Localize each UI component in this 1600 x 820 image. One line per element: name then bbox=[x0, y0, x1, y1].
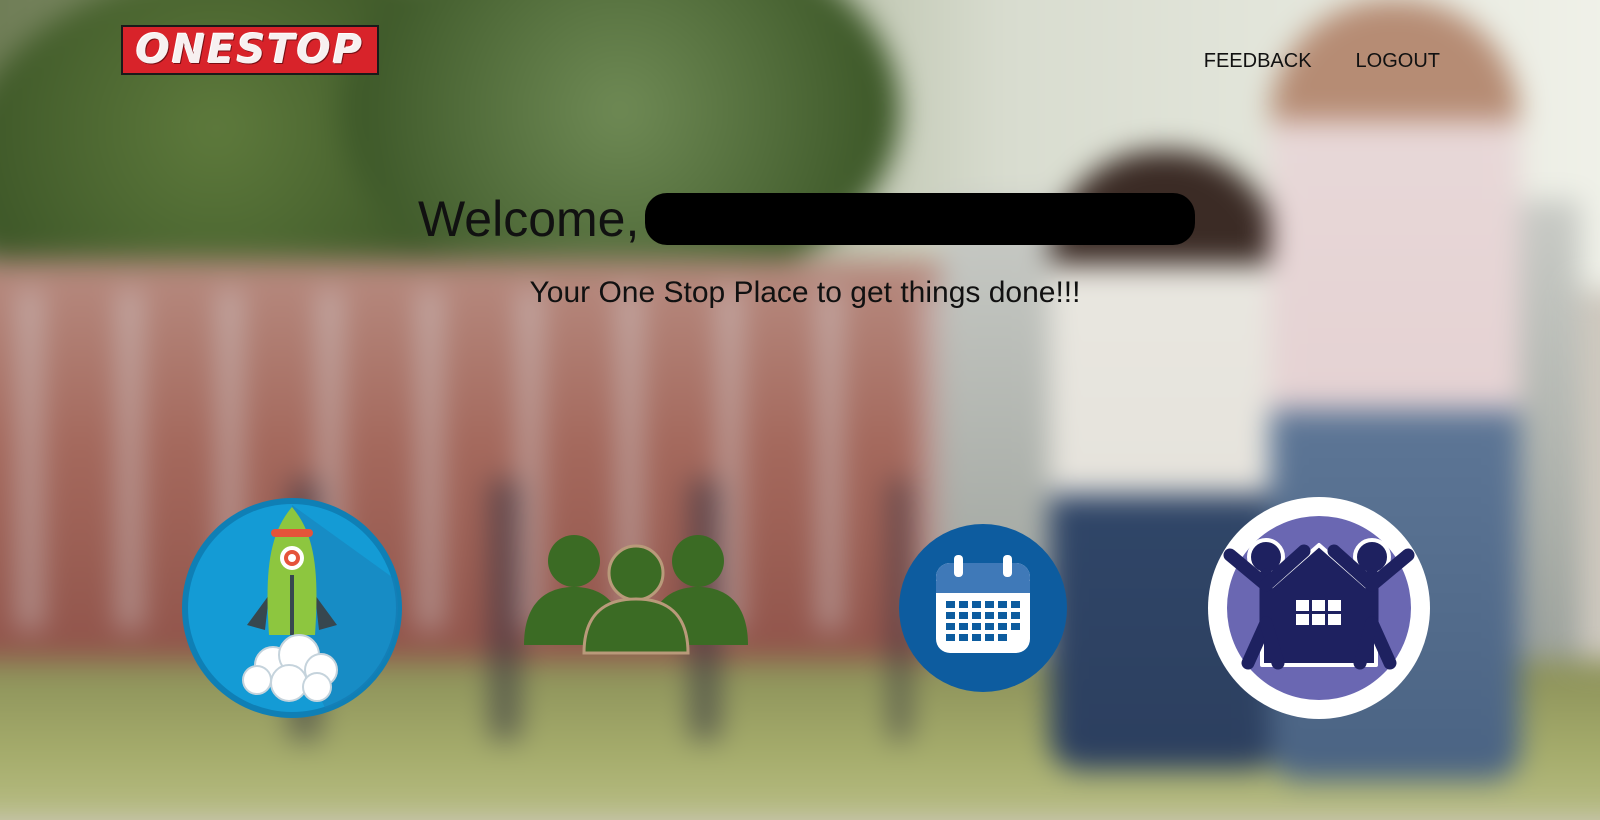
rocket-tile[interactable] bbox=[181, 495, 403, 721]
top-nav: FEEDBACK LOGOUT bbox=[1204, 50, 1440, 73]
redacted-username bbox=[645, 193, 1196, 245]
welcome-text: Welcome, bbox=[418, 191, 640, 247]
onestop-logo[interactable]: ONESTOP bbox=[121, 25, 379, 75]
family-home-icon bbox=[1208, 497, 1430, 719]
calendar-icon bbox=[899, 524, 1067, 692]
feedback-link[interactable]: FEEDBACK bbox=[1204, 50, 1312, 73]
tagline: Your One Stop Place to get things done!!… bbox=[529, 276, 1081, 309]
logo-text: ONESTOP bbox=[135, 27, 365, 73]
family-home-tile[interactable] bbox=[1208, 495, 1430, 721]
group-tile[interactable] bbox=[524, 535, 748, 655]
rocket-icon bbox=[182, 498, 402, 718]
calendar-tile[interactable] bbox=[898, 523, 1068, 693]
logout-link[interactable]: LOGOUT bbox=[1356, 50, 1440, 73]
welcome-heading: Welcome, bbox=[418, 190, 1196, 248]
group-icon bbox=[524, 535, 748, 655]
